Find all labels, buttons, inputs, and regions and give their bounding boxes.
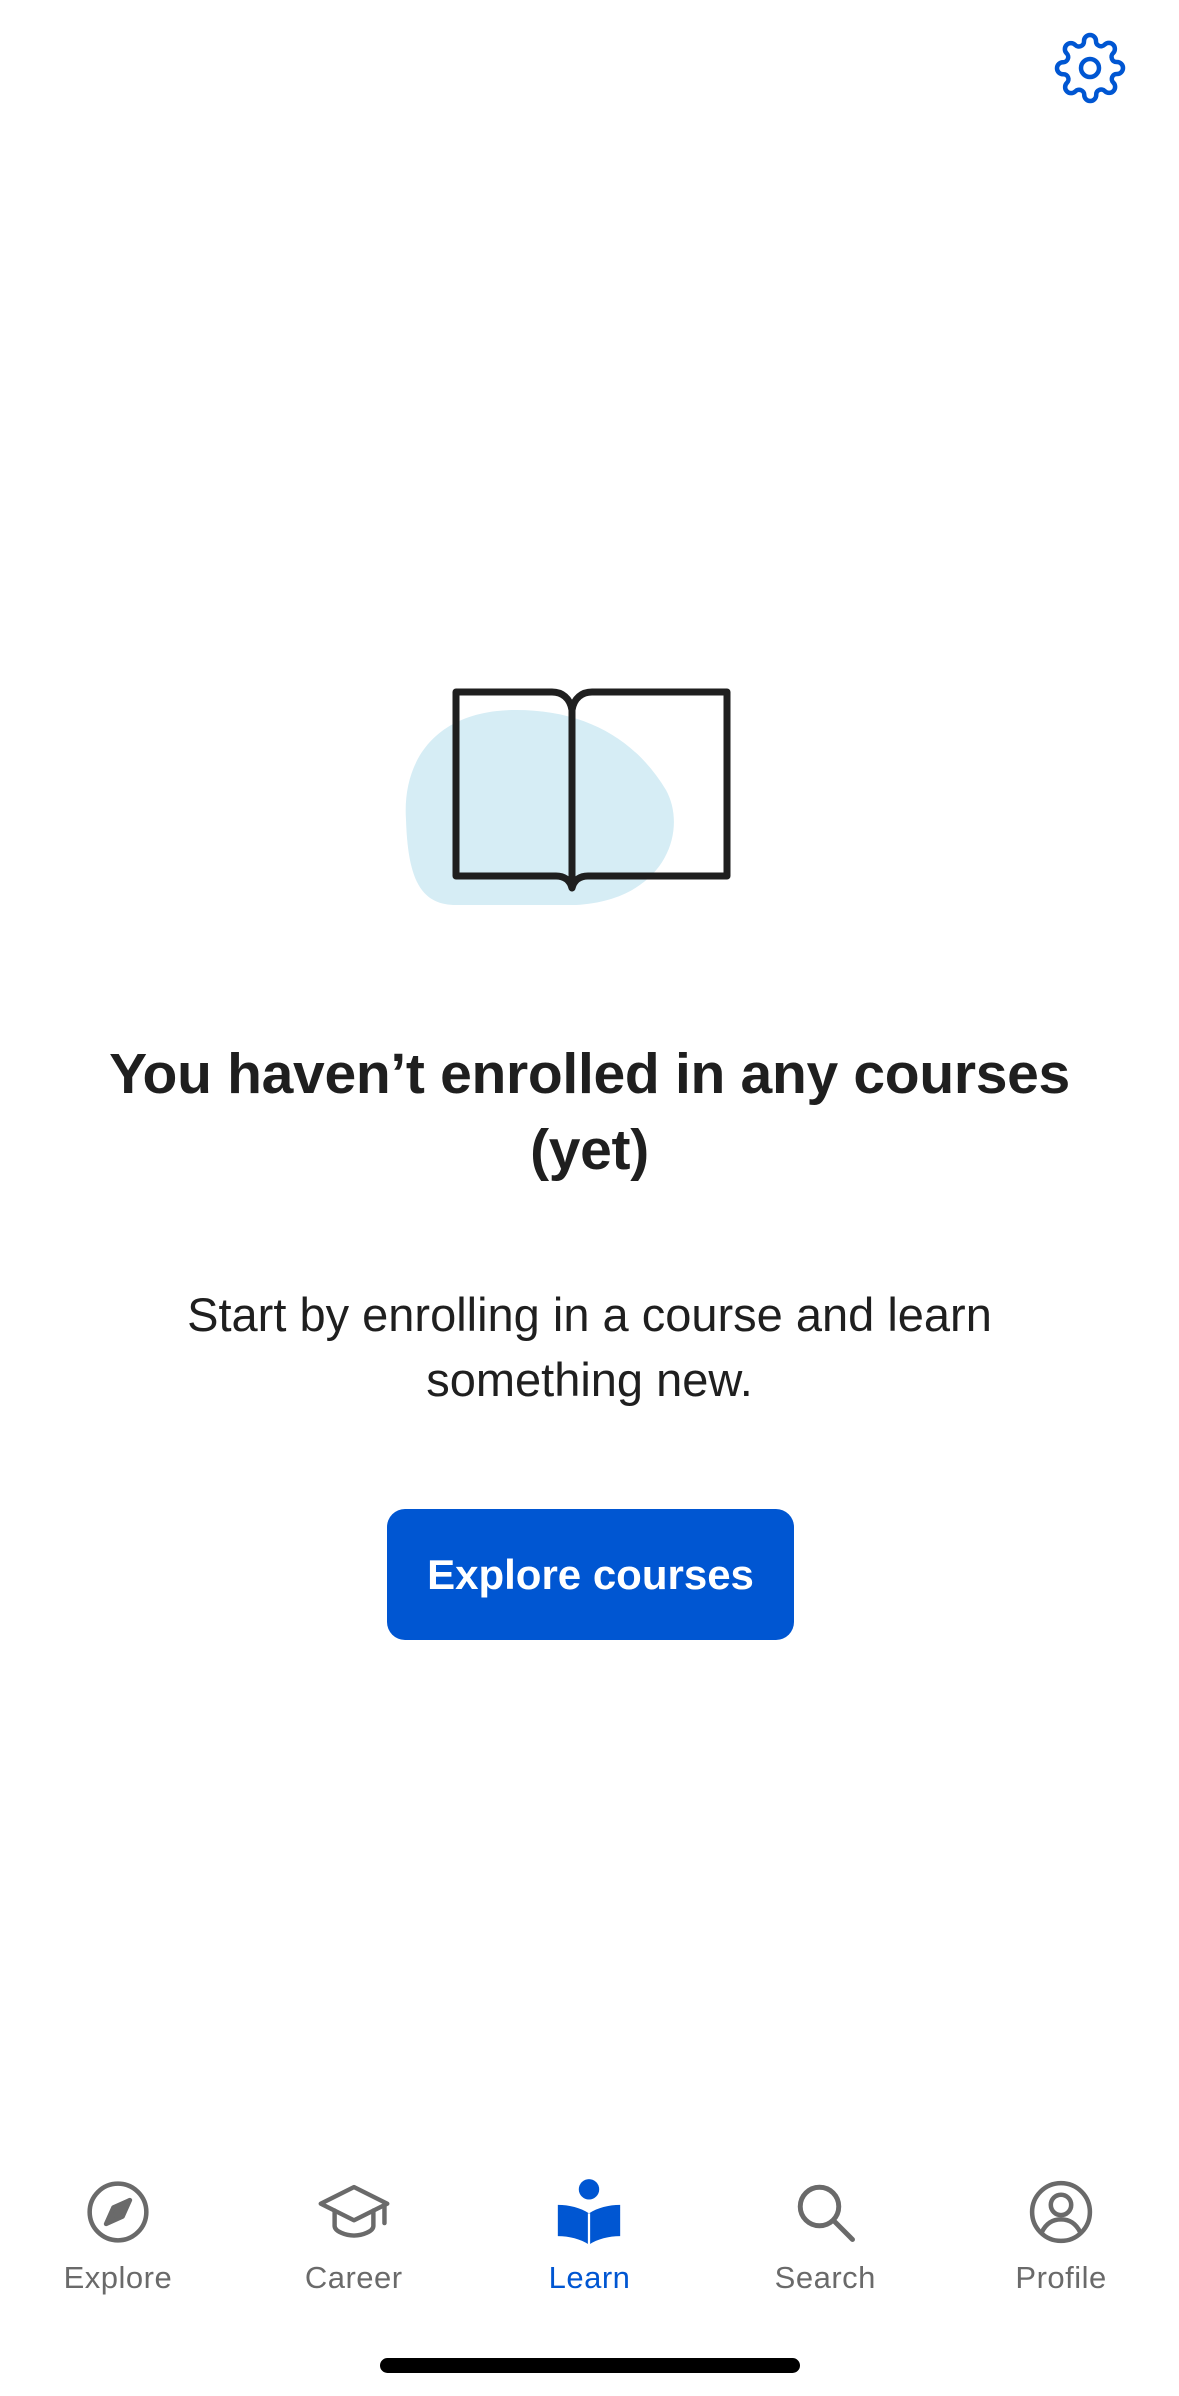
open-book-icon [405,688,731,905]
tab-label-career: Career [304,2260,403,2295]
tab-learn[interactable]: Learn [472,2150,708,2310]
graduation-cap-icon [318,2184,390,2238]
empty-state-illustration [396,680,742,916]
settings-button[interactable] [1052,30,1128,106]
explore-courses-button[interactable]: Explore courses [387,1509,794,1640]
search-icon [798,2184,856,2242]
profile-icon [1029,2180,1093,2244]
reader-book-icon [558,2179,621,2245]
tab-explore[interactable]: Explore [0,2150,236,2310]
empty-state-title: You haven’t enrolled in any courses (yet… [109,1042,1070,1182]
tab-label-learn: Learn [548,2260,631,2295]
tab-label-profile: Profile [1015,2260,1107,2295]
tab-career[interactable]: Career [236,2150,472,2310]
gear-icon [1054,32,1126,104]
tab-label-explore: Explore [63,2260,173,2295]
tab-search[interactable]: Search [707,2150,943,2310]
compass-icon [87,2181,149,2243]
empty-state-subtitle: Start by enrolling in a course and learn… [187,1288,992,1406]
tab-profile[interactable]: Profile [943,2150,1179,2310]
tab-bar: Explore Career Learn Search Profile [0,2150,1179,2310]
tab-label-search: Search [774,2260,876,2295]
home-indicator[interactable] [380,2358,800,2373]
